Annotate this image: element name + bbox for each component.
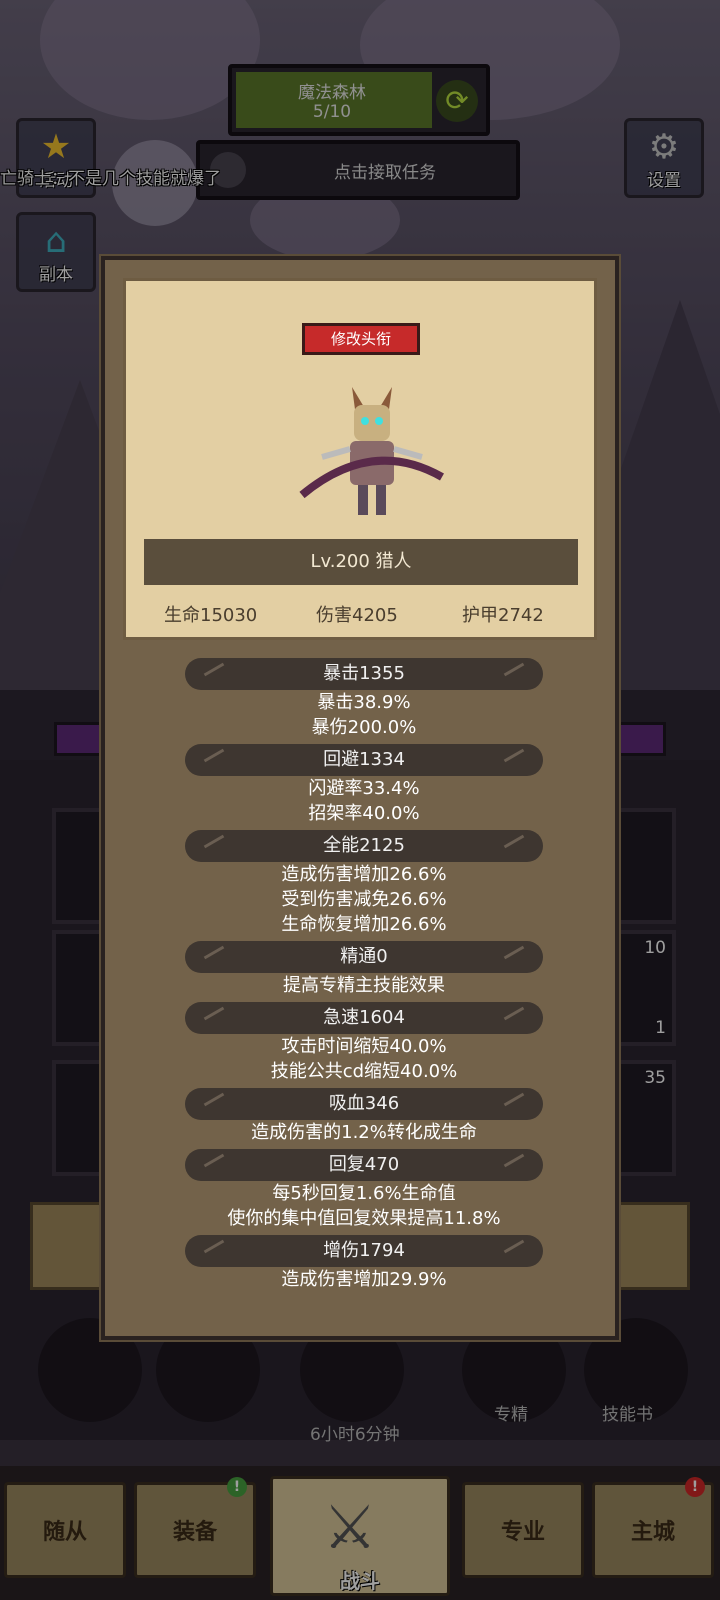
stat-line: 提高专精主技能效果 [283, 975, 445, 996]
stat-header: 回复470 [185, 1149, 543, 1181]
stat-line: 技能公共cd缩短40.0% [270, 1061, 458, 1082]
stat-line: 招架率40.0% [308, 803, 420, 824]
stat-line: 生命恢复增加26.6% [281, 914, 447, 935]
stat-line: 暴击38.9% [317, 692, 411, 713]
stat-line: 受到伤害减免26.6% [281, 889, 447, 910]
stat-group-versatility: 全能2125 造成伤害增加26.6% 受到伤害减免26.6% 生命恢复增加26.… [105, 830, 623, 937]
rename-title-button[interactable]: 修改头衔 [302, 323, 420, 355]
stat-header: 吸血346 [185, 1088, 543, 1120]
hunter-avatar [299, 387, 444, 515]
stat-group-damage-bonus: 增伤1794 造成伤害增加29.9% [105, 1235, 623, 1292]
secondary-stats-list: 暴击1355 暴击38.9% 暴伤200.0% 回避1334 闪避率33.4% … [105, 658, 623, 1296]
hero-card: 修改头衔 Lv.200 猎人 生命15030 伤害4205 护甲2742 [123, 278, 597, 640]
stat-header: 精通0 [185, 941, 543, 973]
stat-group-mastery: 精通0 提高专精主技能效果 [105, 941, 623, 998]
hero-level-class: Lv.200 猎人 [144, 539, 578, 585]
armor-stat: 护甲2742 [462, 605, 544, 626]
hp-stat: 生命15030 [164, 605, 258, 626]
stat-line: 造成伤害增加26.6% [281, 864, 447, 885]
stat-line: 使你的集中值回复效果提高11.8% [227, 1208, 501, 1229]
damage-stat: 伤害4205 [316, 605, 398, 626]
stat-line: 攻击时间缩短40.0% [281, 1036, 447, 1057]
stat-group-crit: 暴击1355 暴击38.9% 暴伤200.0% [105, 658, 623, 740]
stat-header: 增伤1794 [185, 1235, 543, 1267]
stat-group-lifesteal: 吸血346 造成伤害的1.2%转化成生命 [105, 1088, 623, 1145]
character-stats-modal: 修改头衔 Lv.200 猎人 生命15030 伤害4205 护甲2742 暴击1… [101, 256, 619, 1340]
stat-line: 造成伤害的1.2%转化成生命 [251, 1122, 477, 1143]
stat-header: 急速1604 [185, 1002, 543, 1034]
stat-group-haste: 急速1604 攻击时间缩短40.0% 技能公共cd缩短40.0% [105, 1002, 623, 1084]
stat-line: 暴伤200.0% [311, 717, 417, 738]
stat-group-regen: 回复470 每5秒回复1.6%生命值 使你的集中值回复效果提高11.8% [105, 1149, 623, 1231]
stat-group-avoidance: 回避1334 闪避率33.4% 招架率40.0% [105, 744, 623, 826]
stat-header: 全能2125 [185, 830, 543, 862]
stat-line: 闪避率33.4% [308, 778, 420, 799]
stat-line: 每5秒回复1.6%生命值 [272, 1183, 456, 1204]
stat-header: 回避1334 [185, 744, 543, 776]
stat-header: 暴击1355 [185, 658, 543, 690]
stat-line: 造成伤害增加29.9% [281, 1269, 447, 1290]
